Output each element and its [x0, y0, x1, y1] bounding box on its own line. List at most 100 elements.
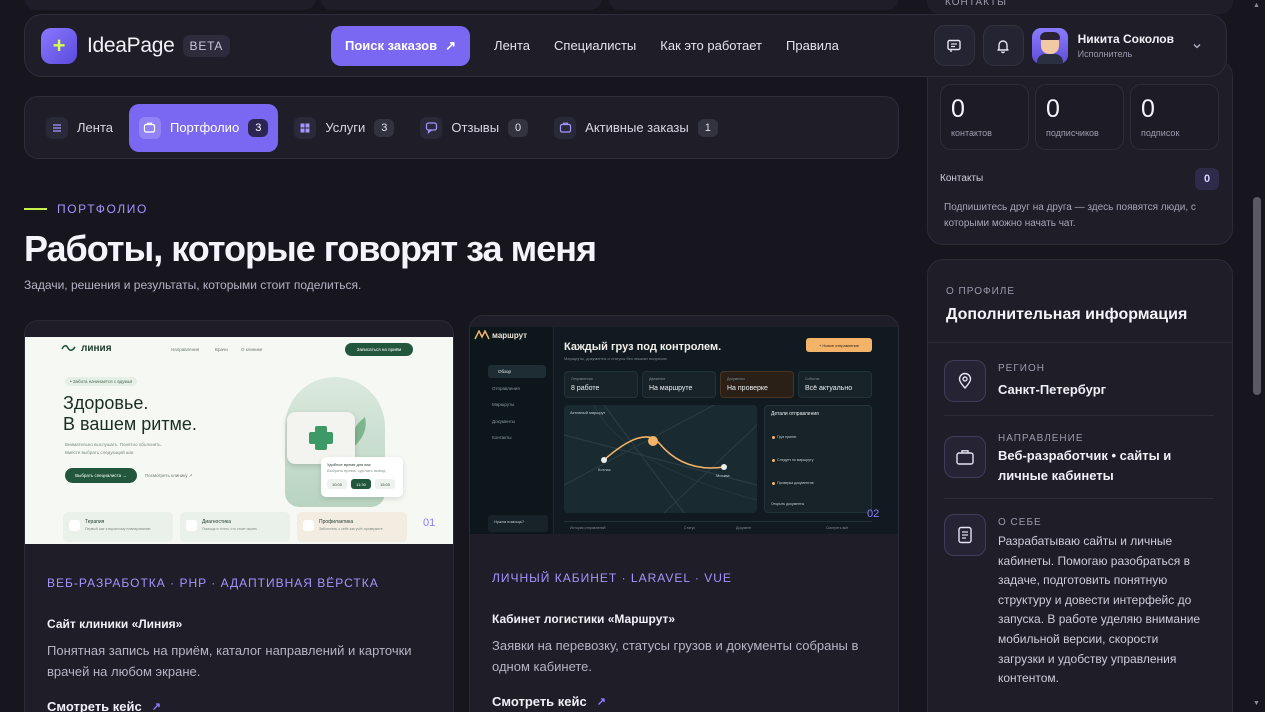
- preview-map: Активный маршрут Котлас Москва: [564, 405, 757, 513]
- info-value: Веб-разработчик • сайты и личные кабинет…: [998, 448, 1172, 483]
- notifications-button[interactable]: [982, 25, 1024, 66]
- chat-icon: [947, 39, 961, 52]
- preview-table: История отправлений Статус Документ Смот…: [564, 521, 872, 534]
- view-case-link[interactable]: Смотреть кейс ↗: [47, 699, 161, 712]
- grid-icon: [294, 116, 317, 139]
- chevron-down-icon: [1193, 43, 1201, 48]
- preview-text: Внимательно выслушать. Понятно объяснить…: [65, 442, 162, 455]
- scrollbar-thumb[interactable]: [1253, 197, 1261, 395]
- nav-link-feed[interactable]: Лента: [494, 38, 530, 53]
- tab-active-orders[interactable]: Активные заказы 1: [544, 104, 728, 152]
- tab-portfolio[interactable]: Портфолио 3: [128, 103, 279, 152]
- portfolio-card[interactable]: маршрут Обзор Отправления Маршруты Докум…: [469, 315, 899, 712]
- tab-services[interactable]: Услуги 3: [284, 104, 404, 152]
- arrow-up-right-icon: ↗: [151, 701, 161, 712]
- portfolio-card[interactable]: линия Направления Врачи О клинике Записа…: [24, 320, 454, 712]
- comment-icon: [420, 116, 443, 139]
- preview-headline: Здоровье. В вашем ритме.: [63, 393, 197, 434]
- info-value: Санкт-Петербург: [998, 382, 1107, 397]
- briefcase-icon: [944, 436, 986, 478]
- user-role: Исполнитель: [1077, 49, 1133, 59]
- find-orders-button[interactable]: Поиск заказов ↗: [331, 25, 471, 66]
- card-title: Сайт клиники «Линия»: [47, 617, 183, 631]
- preview-feature: Профилактика Заботьтесь о себе как учёт-п…: [297, 512, 407, 542]
- logo-icon[interactable]: +: [41, 27, 77, 64]
- page-subtitle: Задачи, решения и результаты, которыми с…: [24, 278, 362, 292]
- profile-eyebrow: О ПРОФИЛЕ: [946, 286, 1015, 297]
- info-label: НАПРАВЛЕНИЕ: [998, 433, 1084, 444]
- tab-count: 3: [248, 118, 269, 137]
- logo-text[interactable]: IdeaPage: [87, 34, 175, 58]
- briefcase-icon: [138, 116, 161, 139]
- location-pin-icon: [944, 360, 986, 402]
- card-description: Понятная запись на приём, каталог направ…: [47, 643, 412, 679]
- preview-headline: Каждый груз под контролем.: [564, 341, 722, 353]
- preview-stat: События Всё актуально: [798, 371, 872, 398]
- view-case-link[interactable]: Смотреть кейс ↗: [492, 694, 606, 709]
- user-menu[interactable]: Никита Соколов Исполнитель: [1031, 25, 1212, 66]
- preview-sidebar: маршрут Обзор Отправления Маршруты Докум…: [470, 327, 554, 534]
- preview-feature: Терапия Первый шаг к взрослому планирован…: [63, 512, 173, 542]
- divider: [944, 415, 1214, 416]
- preview-stat: Отправления 8 работе: [564, 371, 638, 398]
- preview-nav-item: Врачи: [215, 347, 228, 352]
- ghost-card: [608, 0, 899, 10]
- preview-menu-item: Документы: [492, 419, 516, 424]
- top-bar: + IdeaPage BETA Поиск заказов ↗ Лента Спе…: [24, 14, 1227, 77]
- preview-menu-item: Контакты: [492, 435, 512, 440]
- page-title: Работы, которые говорят за меня: [24, 228, 597, 269]
- scroll-down-icon[interactable]: ▼: [1253, 700, 1260, 707]
- stat-followers[interactable]: 0 подписчиков: [1035, 84, 1124, 150]
- preview-menu-item: Маршруты: [492, 402, 515, 407]
- preview-primary: Выбрать специалиста →: [65, 468, 137, 483]
- route-logo-icon: [474, 330, 490, 340]
- nav-link-specialists[interactable]: Специалисты: [554, 38, 636, 53]
- divider: [944, 498, 1214, 499]
- beta-badge: BETA: [182, 34, 231, 57]
- card-preview: линия Направления Врачи О клинике Записа…: [25, 337, 453, 544]
- ghost-card: [320, 0, 602, 10]
- tab-count: 0: [508, 118, 529, 137]
- arrow-up-right-icon: ↗: [445, 37, 457, 53]
- preview-nav-item: О клинике: [241, 347, 263, 352]
- scroll-up-icon[interactable]: ▲: [1253, 2, 1260, 9]
- main-nav: Поиск заказов ↗ Лента Специалисты Как это…: [331, 25, 839, 66]
- preview-details: Детали отправления Груз принят Следует п…: [764, 405, 872, 513]
- contacts-card-top: КОНТАКТЫ: [927, 0, 1233, 14]
- document-icon: [944, 514, 986, 556]
- preview-popup: Удобное время для вас Выбрать время, сде…: [321, 457, 403, 497]
- stat-contacts[interactable]: 0 контактов: [940, 84, 1029, 150]
- preview-logo: маршрут: [492, 331, 528, 340]
- avatar: [1031, 27, 1068, 64]
- card-tags: ВЕБ-РАЗРАБОТКА · PHP · АДАПТИВНАЯ ВЁРСТК…: [47, 576, 379, 590]
- contacts-hint: Подпишитесь друг на друга — здесь появят…: [944, 202, 1196, 229]
- profile-page: КОНТАКТЫ + IdeaPage BETA Поиск заказов ↗ …: [0, 0, 1265, 712]
- bell-icon: [997, 39, 1009, 53]
- tab-reviews[interactable]: Отзывы 0: [410, 104, 538, 152]
- info-value: Разрабатываю сайты и личные кабинеты. По…: [998, 534, 1201, 686]
- nav-link-rules[interactable]: Правила: [786, 38, 839, 53]
- preview-sub: Маршруты, документы и статусы без лишних…: [564, 356, 668, 361]
- preview-secondary: Посмотреть клинику ↗: [145, 473, 193, 478]
- preview-help: Нужна помощь?: [488, 515, 548, 532]
- card-preview: маршрут Обзор Отправления Маршруты Докум…: [470, 327, 898, 534]
- preview-feature: Диагностика Помощь и точно, что стоит иск…: [180, 512, 290, 542]
- info-label: РЕГИОН: [998, 363, 1045, 374]
- preview-logo: линия: [81, 343, 112, 354]
- preview-stat: Движение На маршруте: [642, 371, 716, 398]
- messages-button[interactable]: [933, 25, 975, 66]
- preview-button: Записаться на приём: [345, 343, 413, 356]
- header-actions: Никита Соколов Исполнитель: [933, 25, 1212, 66]
- ghost-card: [24, 0, 316, 10]
- card-description: Заявки на перевозку, статусы грузов и до…: [492, 638, 859, 674]
- preview-cta: + Новое отправление: [806, 338, 872, 352]
- tab-count: 1: [697, 118, 718, 137]
- tab-feed[interactable]: Лента: [36, 104, 123, 152]
- stat-subscriptions[interactable]: 0 подписок: [1130, 84, 1219, 150]
- divider: [928, 342, 1232, 343]
- profile-title: Дополнительная информация: [946, 306, 1188, 323]
- contacts-eyebrow: КОНТАКТЫ: [945, 0, 1007, 8]
- card-number: 02: [867, 508, 880, 520]
- nav-link-how-it-works[interactable]: Как это работает: [660, 38, 762, 53]
- contacts-label: Контакты: [940, 173, 984, 184]
